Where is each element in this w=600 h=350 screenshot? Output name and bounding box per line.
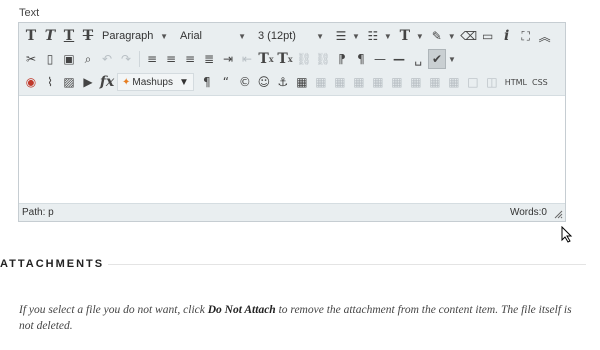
mashups-label: Mashups xyxy=(132,76,173,88)
chevron-down-icon: ▼ xyxy=(178,76,189,88)
superscript-button[interactable]: Tx xyxy=(257,49,275,69)
outdent-icon[interactable]: ⇤ xyxy=(238,49,256,69)
record-icon[interactable]: ◉ xyxy=(22,72,40,92)
attachments-heading: ATTACHMENTS xyxy=(0,258,105,270)
redo-icon[interactable]: ↷ xyxy=(117,49,135,69)
chevron-down-icon: ▼ xyxy=(316,31,324,41)
bullet-list-icon[interactable]: ☰ xyxy=(332,26,350,46)
insert-media-icon[interactable]: ▶ xyxy=(79,72,97,92)
chevron-down-icon[interactable]: ▼ xyxy=(448,55,456,64)
bold-button[interactable]: T xyxy=(22,26,40,46)
chevron-down-icon[interactable]: ▼ xyxy=(384,32,392,41)
spellcheck-info-button[interactable]: i xyxy=(498,26,516,46)
ltr-direction-icon[interactable]: ⁋ xyxy=(333,49,351,69)
attachments-help-text: If you select a file you do not want, cl… xyxy=(19,302,579,334)
strikethrough-button[interactable]: T xyxy=(79,26,97,46)
toolbar-row-1: T T T T Paragraph ▼ Arial ▼ 3 (12pt) ▼ ☰… xyxy=(22,25,555,47)
editor-content-area[interactable] xyxy=(19,96,565,204)
section-divider xyxy=(108,264,586,265)
anchor-icon[interactable]: ⚓ xyxy=(274,72,292,92)
unlink-icon[interactable]: ⛓ xyxy=(314,49,332,69)
css-editor-button[interactable]: CSS xyxy=(531,72,549,92)
cell-props-icon[interactable]: ▦ xyxy=(331,72,349,92)
indent-icon[interactable]: ⇥ xyxy=(219,49,237,69)
insert-image-icon[interactable]: ▨ xyxy=(60,72,78,92)
editor-status-bar: Path: p Words:0 xyxy=(19,203,565,221)
subscript-mark: x xyxy=(287,54,293,64)
chevron-down-icon[interactable]: ▼ xyxy=(352,32,360,41)
font-family-select[interactable]: Arial ▼ xyxy=(176,27,250,45)
font-size-value: 3 (12pt) xyxy=(258,30,296,42)
align-justify-icon[interactable]: ≣ xyxy=(200,49,218,69)
undo-icon[interactable]: ↶ xyxy=(98,49,116,69)
format-select-value: Paragraph xyxy=(102,30,154,42)
math-editor-button[interactable]: fx xyxy=(98,72,116,92)
mouse-cursor-icon xyxy=(561,226,573,243)
mashups-select[interactable]: ✦ Mashups ▼ xyxy=(117,73,194,91)
eraser-icon[interactable]: ⌫ xyxy=(460,26,478,46)
toolbar-row-3: ◉ ⌇ ▨ ▶ fx ✦ Mashups ▼ ¶ “ © ☺ ⚓ ▦ ▦ ▦ ▦… xyxy=(22,71,550,93)
chevron-down-icon[interactable]: ▼ xyxy=(448,32,456,41)
col-before-icon[interactable]: ▦ xyxy=(407,72,425,92)
table-props-icon[interactable]: ▦ xyxy=(312,72,330,92)
delete-row-icon[interactable]: ▦ xyxy=(388,72,406,92)
attach-paperclip-icon[interactable]: ⌇ xyxy=(41,72,59,92)
paste-icon[interactable]: ▣ xyxy=(60,49,78,69)
html-source-button[interactable]: HTML xyxy=(502,72,530,92)
preview-monitor-icon[interactable]: ▭ xyxy=(479,26,497,46)
blockquote-button[interactable]: “ xyxy=(217,72,235,92)
row-before-icon[interactable]: ▦ xyxy=(350,72,368,92)
rich-text-editor: T T T T Paragraph ▼ Arial ▼ 3 (12pt) ▼ ☰… xyxy=(18,22,566,222)
note-prefix: If you select a file you do not want, cl… xyxy=(19,304,208,316)
copy-icon[interactable]: ▯ xyxy=(41,49,59,69)
font-size-select[interactable]: 3 (12pt) ▼ xyxy=(254,27,328,45)
find-icon[interactable]: ⌕ xyxy=(79,49,97,69)
italic-button[interactable]: T xyxy=(41,26,59,46)
cut-icon[interactable]: ✂ xyxy=(22,49,40,69)
toolbar-divider xyxy=(139,51,140,67)
text-color-button[interactable]: T xyxy=(396,26,414,46)
highlighter-icon[interactable]: ✎ xyxy=(428,26,446,46)
align-right-icon[interactable]: ≡ xyxy=(181,49,199,69)
rtl-direction-icon[interactable]: ¶ xyxy=(352,49,370,69)
align-left-icon[interactable]: ≡ xyxy=(143,49,161,69)
text-field-label: Text xyxy=(19,7,40,19)
chevron-down-icon: ▼ xyxy=(238,31,246,41)
subscript-button[interactable]: Tx xyxy=(276,49,294,69)
collapse-toolbar-icon[interactable]: ︽ xyxy=(536,26,554,46)
word-count: Words:0 xyxy=(509,207,547,218)
nonbreaking-space-icon[interactable]: ␣ xyxy=(409,49,427,69)
thick-rule-icon[interactable]: — xyxy=(390,49,408,69)
paragraph-marks-button[interactable]: ¶ xyxy=(198,72,216,92)
resize-handle-icon[interactable] xyxy=(554,210,563,219)
toolbar-row-2: ✂ ▯ ▣ ⌕ ↶ ↷ ≡ ≡ ≡ ≣ ⇥ ⇤ Tx Tx ⛓ ⛓ ⁋ ¶ — … xyxy=(22,48,460,70)
chevron-down-icon: ▼ xyxy=(160,31,168,41)
split-cells-icon[interactable]: ◫ xyxy=(483,72,501,92)
special-character-button[interactable]: © xyxy=(236,72,254,92)
superscript-label: T xyxy=(258,51,269,67)
editor-toolbars: T T T T Paragraph ▼ Arial ▼ 3 (12pt) ▼ ☰… xyxy=(19,23,565,96)
fullscreen-icon[interactable]: ⛶ xyxy=(517,26,535,46)
superscript-mark: x xyxy=(268,54,274,64)
do-not-attach-label: Do Not Attach xyxy=(207,304,276,316)
link-icon[interactable]: ⛓ xyxy=(295,49,313,69)
subscript-label: T xyxy=(277,51,288,67)
font-family-value: Arial xyxy=(180,30,203,42)
element-path: Path: p xyxy=(22,207,54,218)
row-after-icon[interactable]: ▦ xyxy=(369,72,387,92)
insert-table-icon[interactable]: ▦ xyxy=(293,72,311,92)
merge-cells-icon[interactable]: □ xyxy=(464,72,482,92)
horizontal-rule-icon[interactable]: — xyxy=(371,49,389,69)
format-select[interactable]: Paragraph ▼ xyxy=(98,27,172,45)
align-center-icon[interactable]: ≡ xyxy=(162,49,180,69)
mashups-icon: ✦ xyxy=(122,76,131,88)
delete-col-icon[interactable]: ▦ xyxy=(445,72,463,92)
numbered-list-icon[interactable]: ☷ xyxy=(364,26,382,46)
underline-button[interactable]: T xyxy=(60,26,78,46)
col-after-icon[interactable]: ▦ xyxy=(426,72,444,92)
chevron-down-icon[interactable]: ▼ xyxy=(416,32,424,41)
emoticon-icon[interactable]: ☺ xyxy=(255,72,273,92)
spellcheck-toggle-icon[interactable]: ✔ xyxy=(428,49,446,69)
